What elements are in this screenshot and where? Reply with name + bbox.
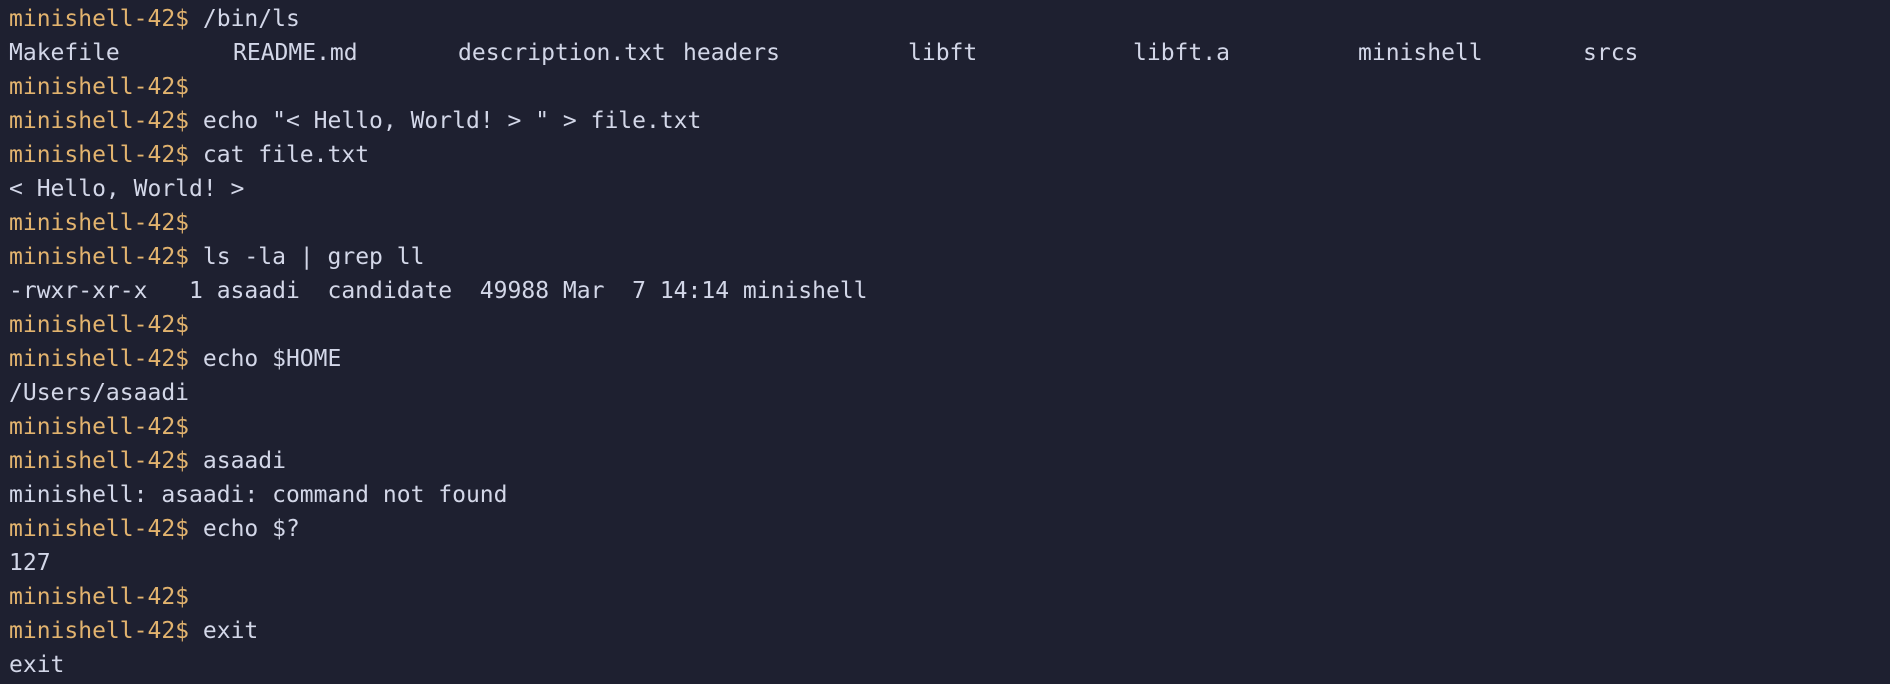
- prompt-line: minishell-42$ /bin/ls: [9, 2, 1890, 36]
- command-text: echo "< Hello, World! > " > file.txt: [202, 108, 702, 134]
- command-text: asaadi: [202, 448, 286, 474]
- prompt-line: minishell-42$ asaadi: [9, 444, 1890, 478]
- prompt-line: minishell-42$: [9, 206, 1890, 240]
- shell-prompt: minishell-42$: [9, 448, 203, 474]
- output-text: exit: [9, 652, 65, 678]
- prompt-line: minishell-42$ cat file.txt: [9, 138, 1890, 172]
- output-text: 127: [9, 550, 51, 576]
- shell-prompt: minishell-42$: [9, 74, 190, 100]
- output-line: /Users/asaadi: [9, 376, 1890, 410]
- ls-entry: README.md: [233, 40, 358, 66]
- shell-prompt: minishell-42$: [9, 244, 203, 270]
- command-text: exit: [202, 618, 259, 644]
- output-line: minishell: asaadi: command not found: [9, 478, 1890, 512]
- ls-output-line: Makefile README.md description.txt headers l…: [9, 36, 1890, 70]
- prompt-line: minishell-42$: [9, 410, 1890, 444]
- terminal-output: minishell-42$ /bin/ls Makefile README.md de…: [9, 2, 1890, 682]
- output-text: < Hello, World! >: [9, 176, 245, 202]
- output-text: -rwxr-xr-x 1 asaadi candidate 49988 Mar …: [9, 278, 868, 304]
- command-text: cat file.txt: [202, 142, 370, 168]
- shell-prompt: minishell-42$: [9, 414, 190, 440]
- output-text: minishell: asaadi: command not found: [9, 482, 508, 508]
- prompt-line: minishell-42$ echo $HOME: [9, 342, 1890, 376]
- terminal-window[interactable]: minishell-42$ /bin/ls Makefile README.md de…: [0, 0, 1890, 684]
- ls-entry: Makefile: [9, 40, 120, 66]
- output-line: 127: [9, 546, 1890, 580]
- shell-prompt: minishell-42$: [9, 618, 203, 644]
- output-line: -rwxr-xr-x 1 asaadi candidate 49988 Mar …: [9, 274, 1890, 308]
- prompt-line: minishell-42$: [9, 308, 1890, 342]
- ls-entry: libft.a: [1133, 40, 1230, 66]
- shell-prompt: minishell-42$: [9, 516, 203, 542]
- ls-entry: srcs: [1583, 40, 1639, 66]
- command-text: echo $?: [202, 516, 300, 542]
- shell-prompt: minishell-42$: [9, 210, 190, 236]
- prompt-line: minishell-42$ echo "< Hello, World! > " …: [9, 104, 1890, 138]
- command-text: ls -la | grep ll: [202, 244, 425, 270]
- ls-entry: description.txt: [458, 40, 666, 66]
- prompt-line: minishell-42$ exit: [9, 614, 1890, 648]
- prompt-line: minishell-42$: [9, 70, 1890, 104]
- shell-prompt: minishell-42$: [9, 312, 190, 338]
- shell-prompt: minishell-42$: [9, 142, 203, 168]
- command-text: /bin/ls: [202, 6, 300, 32]
- prompt-line: minishell-42$ echo $?: [9, 512, 1890, 546]
- shell-prompt: minishell-42$: [9, 108, 203, 134]
- output-line: < Hello, World! >: [9, 172, 1890, 206]
- shell-prompt: minishell-42$: [9, 584, 190, 610]
- output-text: /Users/asaadi: [9, 380, 190, 406]
- output-line: exit: [9, 648, 1890, 682]
- shell-prompt: minishell-42$: [9, 346, 203, 372]
- prompt-line: minishell-42$: [9, 580, 1890, 614]
- ls-entry: libft: [908, 40, 978, 66]
- ls-entry: minishell: [1358, 40, 1483, 66]
- command-text: echo $HOME: [202, 346, 342, 372]
- shell-prompt: minishell-42$: [9, 6, 203, 32]
- prompt-line: minishell-42$ ls -la | grep ll: [9, 240, 1890, 274]
- ls-entry: headers: [683, 40, 780, 66]
